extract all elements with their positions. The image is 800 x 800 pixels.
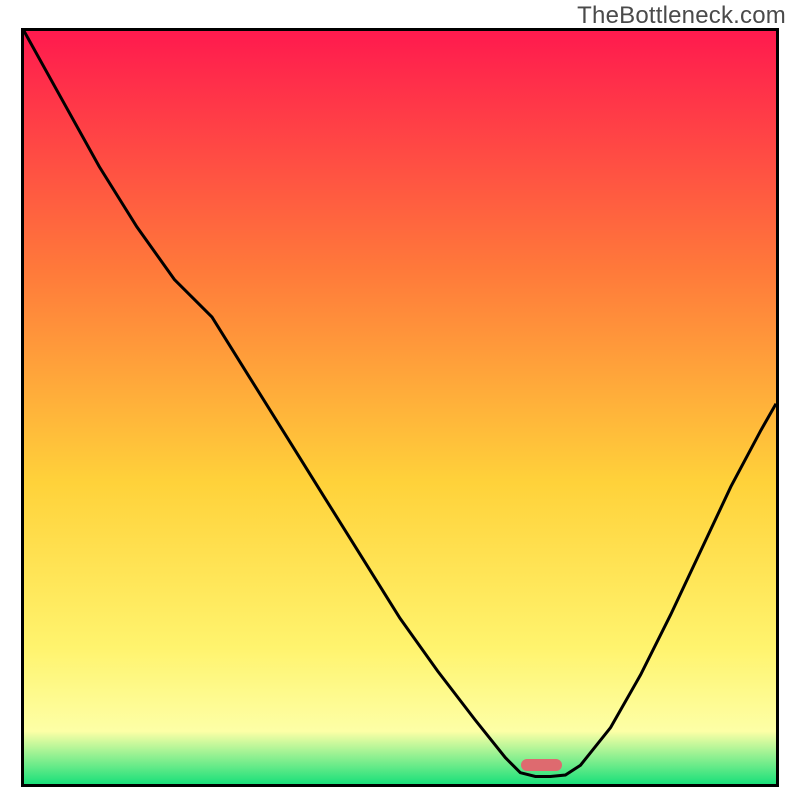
gradient-background — [24, 31, 776, 784]
watermark-text: TheBottleneck.com — [577, 2, 786, 30]
optimum-marker — [521, 759, 562, 771]
plot-area — [21, 28, 779, 787]
chart-frame: TheBottleneck.com — [0, 0, 800, 800]
chart-svg — [24, 31, 776, 784]
